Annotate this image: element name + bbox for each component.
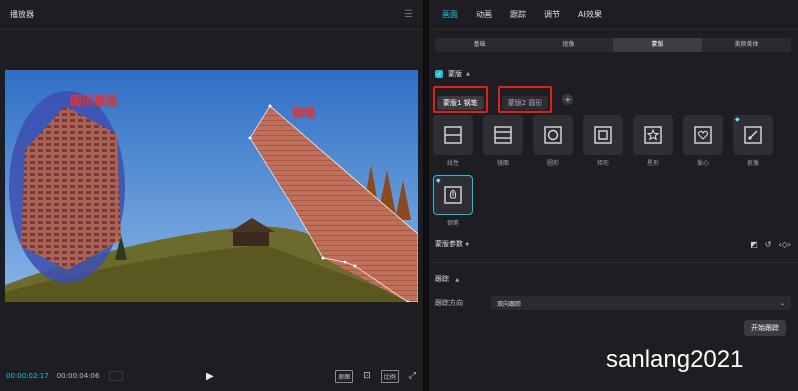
mask-chip-1[interactable]: 蒙版1 钢笔 [437,96,484,110]
tracking-direction-label: 跟踪方向 [435,299,463,307]
total-time: 00:00:04:06 [56,372,100,380]
circle-icon [544,126,562,144]
player-title: 播放器 [10,10,34,19]
tracking-direction-value: 双向跟踪 [497,300,522,308]
tracking-section-header: 跟踪 ▲ [435,274,459,284]
tab-animation[interactable]: 动画 [467,9,501,20]
player-controls: 00:00:02:17 00:00:04:06 ▶ 原图 ⊡ 比例 ⤢ [0,361,424,391]
original-button[interactable]: 原图 [335,369,354,383]
preview-image [5,70,418,302]
linear-icon [444,126,462,144]
chevron-down-icon: ▼ [465,242,470,248]
play-button[interactable]: ▶ [206,371,214,382]
keyframe-icon[interactable]: ‹◇› [778,240,791,249]
pen-icon [444,186,462,204]
params-actions: ◩ ↺ ‹◇› [750,240,791,249]
tab-tracking[interactable]: 跟踪 [501,9,535,20]
brush-icon [744,126,762,144]
shape-label: 线性 [446,160,459,167]
tab-adjust[interactable]: 调节 [535,9,569,20]
pen-mask-label: 钢笔 [292,106,317,120]
shape-mirror[interactable]: 镜面 [483,115,523,167]
shape-label: 抠像 [746,160,759,167]
mirror-icon [494,126,512,144]
sub-tabs: 基础 抠像 蒙版 美颜美体 [435,38,791,52]
subtab-beauty[interactable]: 美颜美体 [702,38,791,52]
video-preview[interactable]: 圆形蒙版 钢笔 [5,70,418,302]
chevron-up-icon[interactable]: ▲ [466,71,470,77]
properties-panel: 画面 动画 跟踪 调节 AI效果 基础 抠像 蒙版 美颜美体 ✓ 蒙版 ▲ 蒙版… [428,0,798,391]
mask-section-header: ✓ 蒙版 ▲ [435,69,470,79]
tab-ai-effects[interactable]: AI效果 [569,9,611,20]
tracking-title: 跟踪 [435,275,449,283]
top-tabs: 画面 动画 跟踪 调节 AI效果 [429,0,798,30]
mask-chip-highlight: 蒙版2 圆形 [497,86,553,113]
subtab-cutout[interactable]: 抠像 [524,38,613,52]
shape-label: 爱心 [696,160,709,167]
player-panel: 播放器 ☰ 圆形蒙版 钢笔 00:00:02:17 00:00:04:06 ▶ … [0,0,424,391]
mask-chip-2[interactable]: 蒙版2 圆形 [501,96,549,110]
start-tracking-button[interactable]: 开始跟踪 [744,320,786,336]
mask-params-header: 蒙版参数 ▼ ◩ ↺ ‹◇› [435,239,791,249]
shape-pen[interactable]: ◆ 钢笔 [433,175,473,227]
invert-icon[interactable]: ◩ [750,240,758,249]
star-icon [644,126,662,144]
mask-list: 蒙版1 钢笔 蒙版2 圆形 + [433,86,574,113]
mask-shape-grid: 线性 镜面 圆形 矩形 星形 爱心 ◆ 抠像 ◆ 钢笔 [433,115,795,235]
menu-icon[interactable]: ☰ [404,9,413,20]
diamond-icon: ◆ [735,116,740,123]
subtab-basic[interactable]: 基础 [435,38,524,52]
current-time: 00:00:02:17 [6,372,49,380]
shape-label: 镜面 [496,160,509,167]
diamond-icon: ◆ [436,177,441,184]
tracking-direction-select[interactable]: 双向跟踪 ⌄ [491,296,791,310]
mask-params-label[interactable]: 蒙版参数 ▼ [435,239,469,249]
add-mask-button[interactable]: + [562,94,574,105]
shape-rectangle[interactable]: 矩形 [583,115,623,167]
rectangle-icon [594,126,612,144]
ratio-button[interactable]: 比例 [380,369,399,383]
divider [429,262,798,263]
shape-label: 星形 [646,160,659,167]
tracking-direction-row: 跟踪方向 双向跟踪 ⌄ [435,296,791,310]
shape-label: 圆形 [546,160,559,167]
shape-label: 钢笔 [446,220,459,227]
heart-icon [694,126,712,144]
focus-icon[interactable]: ⊡ [363,371,371,381]
chevron-down-icon: ⌄ [779,299,785,307]
mask-section-title: 蒙版 [448,70,462,78]
fullscreen-icon[interactable]: ⤢ [409,371,416,381]
mask-chip-highlight: 蒙版1 钢笔 [433,86,488,113]
shape-cutout[interactable]: ◆ 抠像 [733,115,773,167]
circle-mask-label: 圆形蒙版 [70,94,119,108]
shape-label: 矩形 [596,160,609,167]
shape-heart[interactable]: 爱心 [683,115,723,167]
chevron-up-icon[interactable]: ▲ [455,277,459,283]
shape-circle[interactable]: 圆形 [533,115,573,167]
tab-picture[interactable]: 画面 [433,9,467,20]
subtab-mask[interactable]: 蒙版 [613,38,702,52]
mask-enable-checkbox[interactable]: ✓ [435,70,443,78]
shape-star[interactable]: 星形 [633,115,673,167]
shape-linear[interactable]: 线性 [433,115,473,167]
player-header: 播放器 ☰ [0,0,423,30]
reset-icon[interactable]: ↺ [765,240,772,249]
player-tools: 原图 ⊡ 比例 ⤢ [335,369,416,383]
mask-params-text: 蒙版参数 [435,240,463,248]
timeline-icon[interactable] [109,371,124,381]
watermark: sanlang2021 [606,346,744,373]
